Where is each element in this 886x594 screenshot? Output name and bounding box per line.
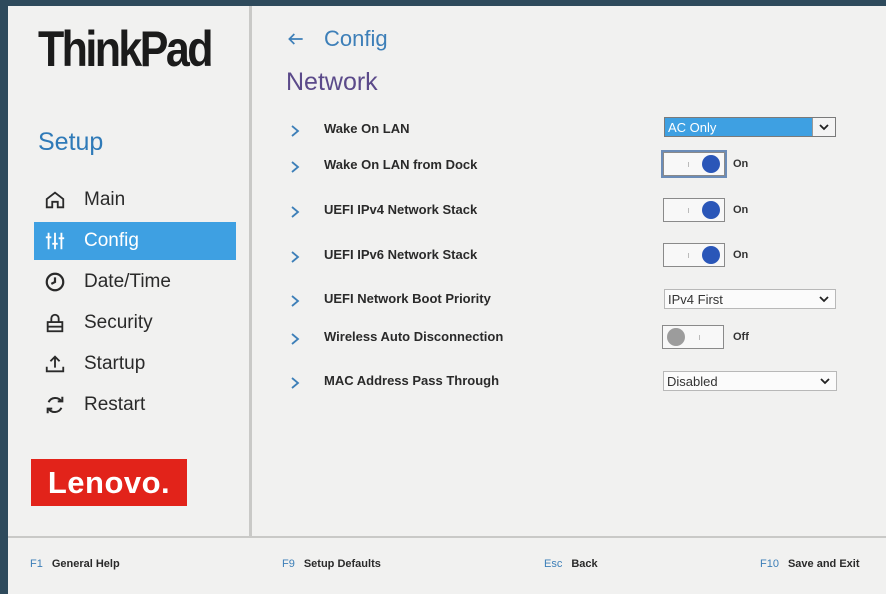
setting-row-boot-priority[interactable]: UEFI Network Boot Priority IPv4 First — [288, 287, 858, 317]
setup-title: Setup — [38, 128, 104, 156]
sidebar-divider — [249, 6, 252, 536]
key-action: Setup Defaults — [303, 558, 381, 570]
refresh-icon — [42, 394, 68, 416]
wireless-auto-disconnect-toggle[interactable] — [662, 325, 724, 349]
chevron-right-icon — [291, 377, 300, 389]
lenovo-logo: Lenovo. — [31, 459, 187, 506]
bios-screen: ThinkPad Setup Main Config Date/Time Sec… — [8, 6, 886, 594]
sidebar-item-label: Security — [84, 312, 153, 333]
sidebar-item-security[interactable]: Security — [34, 304, 236, 342]
sidebar-item-label: Date/Time — [84, 271, 171, 292]
setting-label: Wake On LAN — [324, 121, 410, 136]
sidebar-item-startup[interactable]: Startup — [34, 345, 236, 383]
sidebar: ThinkPad Setup Main Config Date/Time Sec… — [8, 6, 250, 536]
toggle-state: On — [733, 249, 749, 261]
key-label: F9 — [282, 558, 295, 570]
upload-icon — [42, 353, 68, 375]
chevron-right-icon — [291, 206, 300, 218]
breadcrumb-label: Config — [324, 26, 388, 51]
footer-keys: F1 General Help F9 Setup Defaults Esc Ba… — [8, 554, 886, 576]
boot-priority-select[interactable]: IPv4 First — [664, 289, 836, 309]
home-icon — [42, 189, 68, 211]
wake-on-lan-select[interactable]: AC Only — [664, 117, 836, 137]
select-value: AC Only — [668, 119, 717, 135]
wake-on-lan-dock-toggle[interactable] — [661, 150, 727, 178]
thinkpad-logo: ThinkPad — [38, 21, 213, 77]
key-label: Esc — [544, 558, 563, 570]
toggle-tick — [699, 335, 700, 340]
chevron-right-icon — [291, 251, 300, 263]
sidebar-item-label: Config — [84, 230, 139, 251]
sidebar-item-label: Startup — [84, 353, 146, 374]
key-label: F1 — [30, 558, 43, 570]
toggle-knob — [667, 328, 685, 346]
select-value: IPv4 First — [668, 291, 723, 307]
chevron-down-icon — [813, 290, 835, 308]
toggle-tick — [688, 208, 689, 213]
toggle-tick — [688, 253, 689, 258]
setting-row-uefi-ipv4[interactable]: UEFI IPv4 Network Stack On — [288, 198, 858, 228]
sidebar-item-label: Main — [84, 189, 126, 210]
key-label: F10 — [760, 558, 779, 570]
footer-key-defaults[interactable]: F9 Setup Defaults — [282, 558, 381, 570]
toggle-knob — [702, 155, 720, 173]
chevron-down-icon — [812, 118, 835, 136]
lock-icon — [42, 312, 68, 334]
chevron-right-icon — [291, 125, 300, 137]
footer-key-save-exit[interactable]: F10 Save and Exit — [760, 558, 860, 570]
footer-key-help[interactable]: F1 General Help — [30, 558, 120, 570]
page-title: Network — [286, 68, 378, 96]
footer-divider — [8, 536, 886, 538]
uefi-ipv4-toggle[interactable] — [663, 198, 725, 222]
setting-label: Wake On LAN from Dock — [324, 157, 478, 172]
toggle-knob — [702, 246, 720, 264]
setting-label: Wireless Auto Disconnection — [324, 329, 504, 344]
key-action: General Help — [51, 558, 120, 570]
mac-pass-through-select[interactable]: Disabled — [663, 371, 837, 391]
setting-row-uefi-ipv6[interactable]: UEFI IPv6 Network Stack On — [288, 243, 858, 273]
setting-label: UEFI IPv6 Network Stack — [324, 247, 478, 262]
breadcrumb-back[interactable]: Config — [286, 26, 388, 52]
sidebar-item-main[interactable]: Main — [34, 181, 236, 219]
chevron-down-icon — [814, 372, 836, 390]
chevron-right-icon — [291, 161, 300, 173]
sidebar-item-restart[interactable]: Restart — [34, 386, 236, 424]
setting-label: UEFI Network Boot Priority — [324, 291, 491, 306]
toggle-knob — [702, 201, 720, 219]
toggle-state: On — [733, 158, 749, 170]
footer-key-back[interactable]: Esc Back — [544, 558, 598, 570]
key-action: Save and Exit — [787, 558, 860, 570]
toggle-state: Off — [733, 331, 749, 343]
toggle-tick — [688, 162, 689, 167]
setting-label: UEFI IPv4 Network Stack — [324, 202, 478, 217]
back-arrow-icon — [288, 33, 303, 45]
setting-row-wireless-auto-disconnect[interactable]: Wireless Auto Disconnection Off — [288, 325, 858, 355]
sidebar-item-config[interactable]: Config — [34, 222, 236, 260]
sidebar-nav: Main Config Date/Time Security Startup R… — [34, 181, 236, 427]
chevron-right-icon — [291, 295, 300, 307]
key-action: Back — [571, 558, 598, 570]
sidebar-item-datetime[interactable]: Date/Time — [34, 263, 236, 301]
setting-row-wake-on-lan-dock[interactable]: Wake On LAN from Dock On — [288, 150, 858, 183]
select-value: Disabled — [667, 373, 718, 389]
uefi-ipv6-toggle[interactable] — [663, 243, 725, 267]
setting-label: MAC Address Pass Through — [324, 373, 500, 388]
sidebar-item-label: Restart — [84, 394, 146, 415]
sliders-icon — [42, 230, 68, 252]
chevron-right-icon — [291, 333, 300, 345]
setting-row-wake-on-lan[interactable]: Wake On LAN AC Only — [288, 117, 858, 147]
setting-row-mac-pass-through[interactable]: MAC Address Pass Through Disabled — [288, 369, 858, 399]
toggle-state: On — [733, 204, 749, 216]
clock-icon — [42, 271, 68, 293]
